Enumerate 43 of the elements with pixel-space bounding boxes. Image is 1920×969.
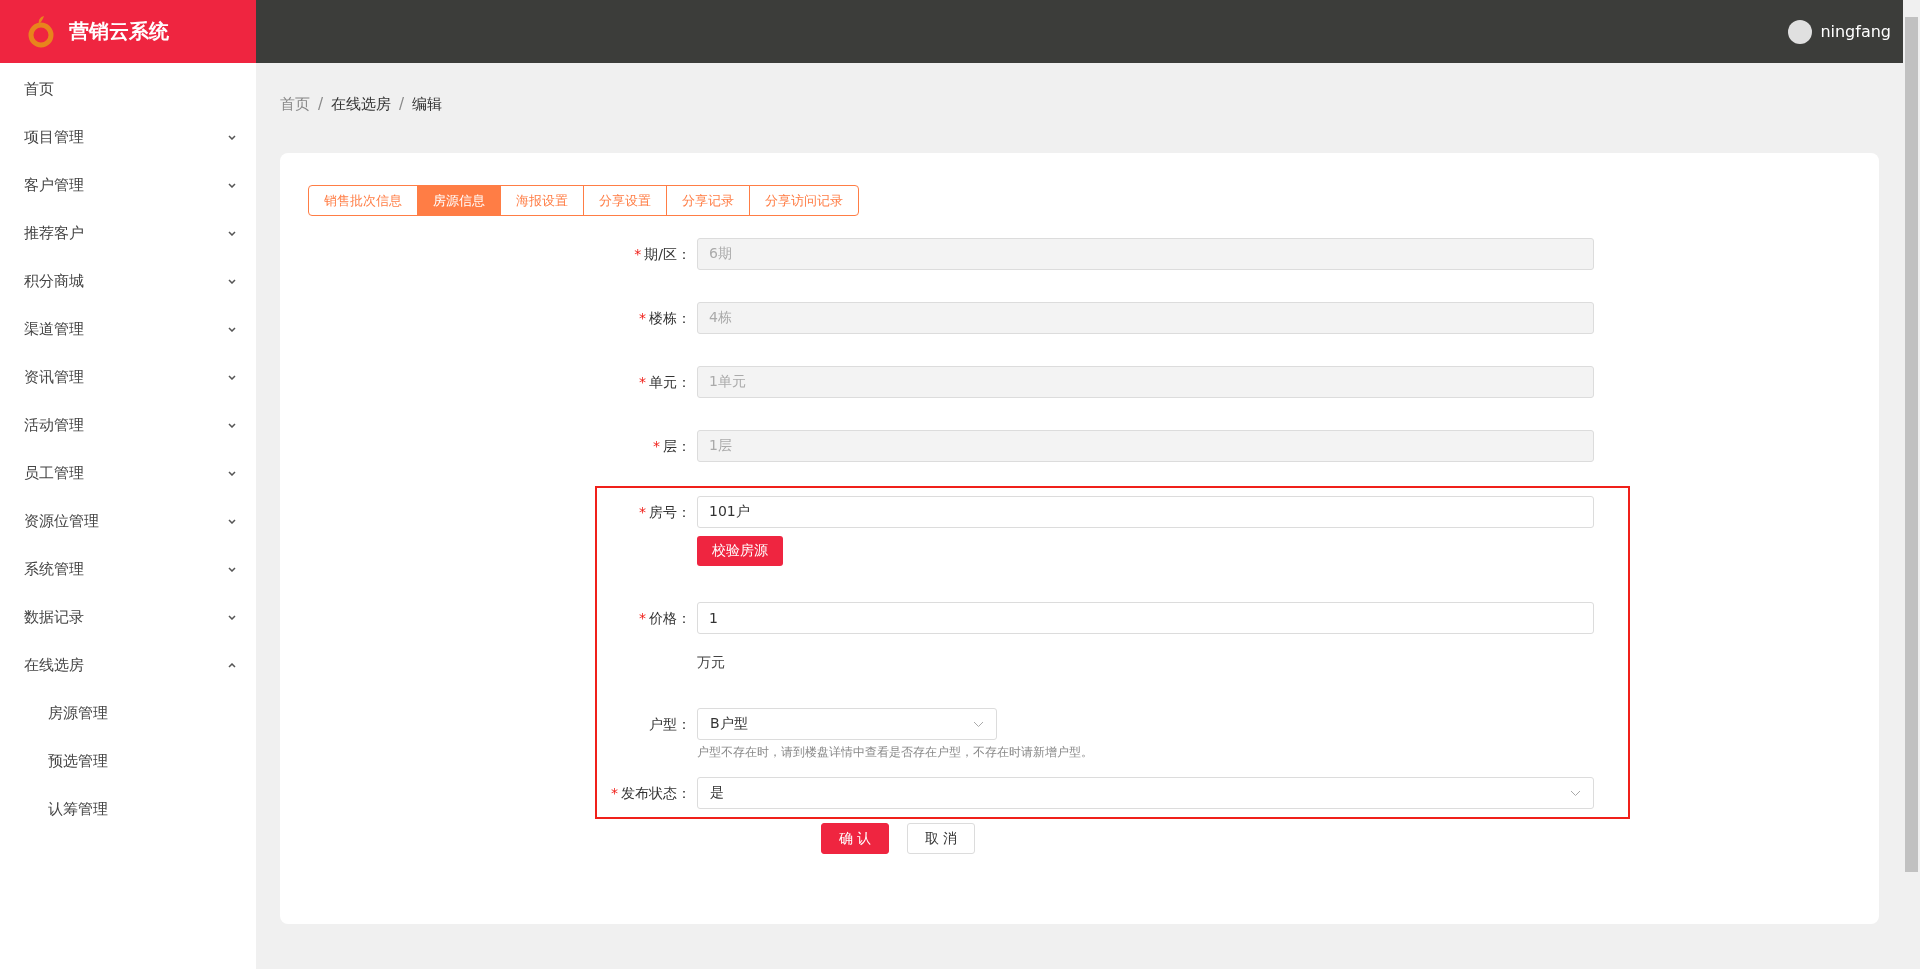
ring-logo-icon — [27, 14, 55, 49]
confirm-button[interactable]: 确 认 — [821, 823, 889, 854]
field-label: * 单元： — [638, 373, 692, 392]
field-label: 户型： — [648, 715, 692, 734]
breadcrumb-separator: / — [318, 95, 324, 113]
field-label: * 期/区： — [633, 245, 692, 264]
sidebar-item[interactable]: 项目管理 — [0, 113, 256, 161]
breadcrumb-link[interactable]: 编辑 — [412, 94, 443, 114]
sidebar-item[interactable]: 资讯管理 — [0, 353, 256, 401]
sidebar-item[interactable]: 员工管理 — [0, 449, 256, 497]
sidebar-item[interactable]: 在线选房 — [0, 641, 256, 689]
sidebar-item[interactable]: 客户管理 — [0, 161, 256, 209]
cancel-button[interactable]: 取 消 — [907, 823, 975, 854]
hint-text: 户型不存在时，请到楼盘详情中查看是否存在户型，不存在时请新增户型。 — [697, 744, 1093, 761]
sidebar-item[interactable]: 积分商城 — [0, 257, 256, 305]
username[interactable]: ningfang — [1820, 22, 1891, 41]
input-field[interactable]: 1 — [697, 602, 1594, 634]
breadcrumb-separator: / — [399, 95, 405, 113]
sidebar-subitem[interactable]: 认筹管理 — [0, 785, 256, 833]
sidebar-item[interactable]: 资源位管理 — [0, 497, 256, 545]
logo-text: 营销云系统 — [69, 18, 169, 45]
sidebar-item[interactable]: 渠道管理 — [0, 305, 256, 353]
sidebar-subitem[interactable]: 房源管理 — [0, 689, 256, 737]
input-field[interactable]: 101户 — [697, 496, 1594, 528]
sidebar-item[interactable]: 活动管理 — [0, 401, 256, 449]
sidebar-item[interactable]: 首页 — [0, 65, 256, 113]
sidebar-subitem[interactable]: 预选管理 — [0, 737, 256, 785]
sidebar-item[interactable]: 推荐客户 — [0, 209, 256, 257]
verify-button[interactable]: 校验房源 — [697, 536, 783, 566]
field-label: * 发布状态： — [610, 784, 692, 803]
chevron-down-icon — [973, 720, 984, 728]
field-label: * 层： — [652, 437, 692, 456]
field-label: * 价格： — [638, 609, 692, 628]
select-field[interactable]: 是 — [697, 777, 1594, 809]
sidebar-item[interactable]: 数据记录 — [0, 593, 256, 641]
sidebar-item[interactable]: 系统管理 — [0, 545, 256, 593]
field-label: * 楼栋： — [638, 309, 692, 328]
breadcrumb-link[interactable]: 在线选房 — [331, 94, 392, 114]
avatar-icon[interactable] — [1788, 19, 1813, 44]
select-field[interactable]: B户型 — [697, 708, 997, 740]
chevron-down-icon — [1570, 789, 1581, 797]
field-label: * 房号： — [638, 503, 692, 522]
unit-text: 万元 — [697, 654, 725, 672]
